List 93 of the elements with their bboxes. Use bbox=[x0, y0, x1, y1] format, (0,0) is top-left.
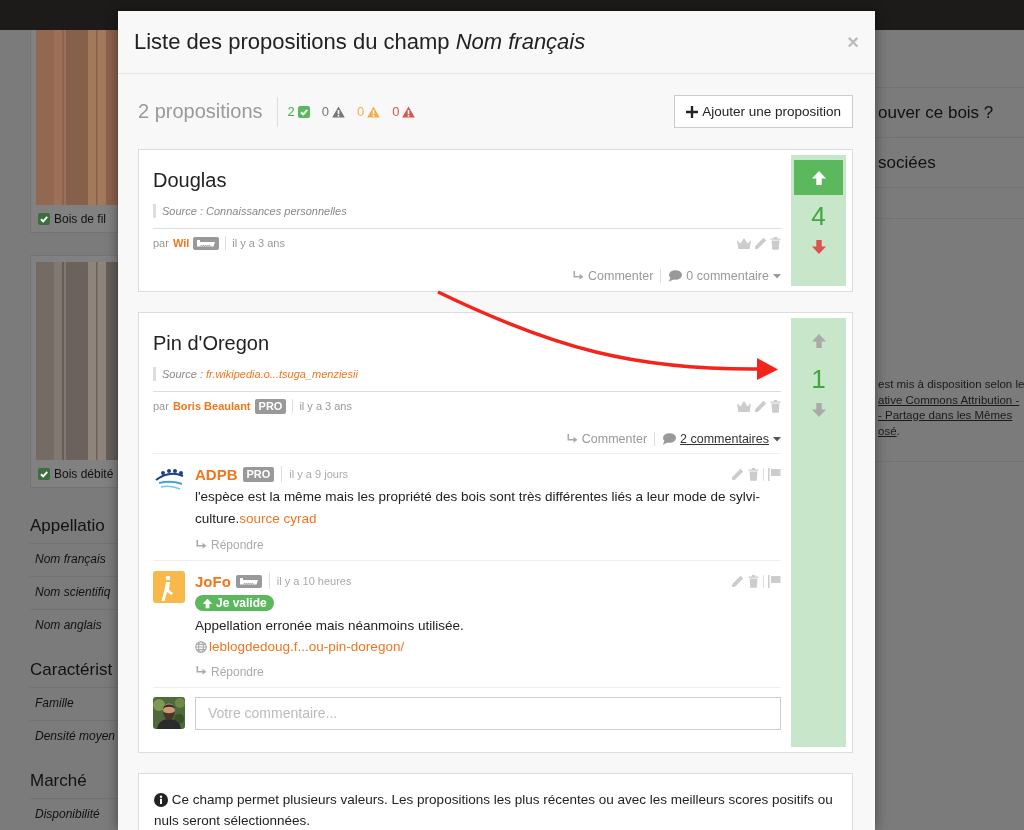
modal-title: Liste des propositions du champ Nom français bbox=[134, 29, 587, 55]
photo-caption: Bois de fil bbox=[54, 211, 107, 226]
license-text: . bbox=[896, 424, 900, 437]
panel-item[interactable]: ouver ce bois ? bbox=[878, 103, 994, 122]
figure-avatar-icon bbox=[153, 571, 185, 603]
pro-badge: PRO bbox=[242, 466, 275, 482]
warning-icon bbox=[402, 105, 416, 118]
comment-author[interactable]: JoFo bbox=[195, 572, 231, 590]
flag-icon[interactable] bbox=[768, 467, 781, 481]
globe-icon bbox=[195, 640, 207, 653]
pencil-icon[interactable] bbox=[731, 467, 744, 481]
web-link[interactable]: leblogdedoug.f...ou-pin-doregon/ bbox=[209, 636, 405, 657]
pencil-icon[interactable] bbox=[731, 574, 744, 588]
crown-icon[interactable] bbox=[737, 237, 751, 249]
reply-icon bbox=[195, 539, 207, 551]
proposal-title: Douglas bbox=[153, 168, 228, 193]
arrow-up-icon bbox=[810, 332, 827, 349]
counter-value: 0 bbox=[321, 104, 329, 119]
trash-icon[interactable] bbox=[770, 236, 781, 250]
arrow-up-icon bbox=[810, 169, 827, 186]
comment-text: l'espèce est la même mais les propriété des bois sont très différentes liés a leur mode de sylvi-culture.source cyrad bbox=[195, 488, 762, 528]
comment-link[interactable]: Commenter bbox=[588, 269, 654, 283]
comment-input[interactable]: Votre commentaire... bbox=[195, 696, 781, 730]
proposal-title: Pin d'Oregon bbox=[153, 331, 271, 356]
comment-icon bbox=[662, 433, 677, 445]
trash-icon[interactable] bbox=[748, 574, 759, 588]
field-label: Famille bbox=[35, 696, 74, 710]
check-icon bbox=[297, 105, 310, 118]
counter-value: 0 bbox=[392, 104, 400, 119]
photo-caption: Bois débité bbox=[54, 466, 114, 481]
comments-toggle[interactable]: 0 commentaire bbox=[668, 269, 781, 283]
source-link[interactable]: fr.wikipedia.o...tsuga_menziesii bbox=[206, 368, 358, 380]
post-time: il y a 3 ans bbox=[232, 237, 285, 249]
field-label: Densité moyen bbox=[35, 729, 116, 743]
comments-toggle[interactable]: 2 commentaires bbox=[662, 432, 781, 446]
crown-icon[interactable] bbox=[737, 400, 751, 412]
warning-icon bbox=[332, 105, 345, 118]
panel-item[interactable]: sociées bbox=[878, 153, 936, 172]
caret-icon bbox=[773, 273, 781, 279]
endorsement-badge: Je valide bbox=[195, 595, 274, 611]
arrow-up-icon[interactable] bbox=[202, 597, 213, 609]
reply-icon bbox=[195, 666, 207, 677]
section-heading: Appellatio bbox=[30, 516, 106, 536]
author-link[interactable]: Wil bbox=[172, 237, 190, 249]
info-icon bbox=[154, 792, 168, 807]
byline-label: par bbox=[153, 237, 169, 249]
reply-link[interactable]: Répondre bbox=[211, 664, 264, 679]
byline-label: par bbox=[153, 400, 169, 412]
comment-link[interactable]: Commenter bbox=[581, 432, 648, 446]
comment-time: il y a 10 heures bbox=[276, 575, 352, 587]
source-link[interactable]: source cyrad bbox=[239, 511, 317, 526]
warning-icon bbox=[367, 105, 381, 118]
section-heading: Caractérist bbox=[30, 660, 114, 680]
field-label: Nom scientifiq bbox=[35, 585, 111, 599]
add-proposal-button[interactable]: Ajouter une proposition bbox=[674, 95, 853, 128]
comment-text: Appellation erronée mais néanmoins utilisée. bbox=[195, 616, 465, 635]
comment-author[interactable]: ADPB bbox=[195, 465, 238, 483]
info-text: Ce champ permet plusieurs valeurs. Les propositions les plus récentes ou avec les meilleurs scores positifs ou nuls seront sélectionnées. bbox=[138, 772, 853, 830]
flag-icon[interactable] bbox=[768, 574, 781, 588]
vote-score: 1 bbox=[811, 364, 826, 394]
comment-icon bbox=[668, 270, 683, 282]
saw-badge-icon bbox=[193, 236, 220, 250]
saw-badge-icon bbox=[235, 574, 262, 588]
close-button[interactable]: × bbox=[847, 30, 859, 54]
author-link[interactable]: Boris Beaulant bbox=[172, 400, 251, 412]
proposal-count: 2 propositions bbox=[138, 100, 263, 123]
counter-value: 2 bbox=[287, 104, 295, 119]
license-link[interactable]: - Partage dans les Mêmes bbox=[878, 409, 1013, 421]
field-label: Nom français bbox=[35, 552, 106, 566]
section-heading: Marché bbox=[30, 771, 88, 791]
comment-time: il y a 9 jours bbox=[289, 468, 349, 480]
source-text: Source : Connaissances personnelles bbox=[153, 204, 781, 218]
vote-score: 4 bbox=[811, 201, 826, 231]
plus-icon bbox=[686, 105, 699, 118]
trash-icon[interactable] bbox=[770, 399, 781, 413]
pro-badge: PRO bbox=[254, 398, 287, 414]
reply-icon bbox=[572, 270, 584, 282]
counter-value: 0 bbox=[357, 104, 365, 119]
upvote-button[interactable] bbox=[794, 160, 843, 195]
field-label: Nom anglais bbox=[35, 618, 102, 632]
pencil-icon[interactable] bbox=[754, 236, 767, 250]
field-label: Disponibilité bbox=[35, 807, 100, 821]
license-link[interactable]: ative Commons Attribution - bbox=[878, 393, 1020, 406]
reply-link[interactable]: Répondre bbox=[211, 538, 264, 552]
arrow-down-icon[interactable] bbox=[810, 402, 827, 418]
trash-icon[interactable] bbox=[748, 467, 759, 481]
license-text: est mis à disposition selon le bbox=[878, 378, 1024, 390]
arrow-down-icon[interactable] bbox=[810, 239, 827, 255]
pencil-icon[interactable] bbox=[754, 399, 767, 413]
reply-icon bbox=[565, 433, 578, 445]
post-time: il y a 3 ans bbox=[299, 400, 352, 412]
caret-icon bbox=[773, 436, 781, 442]
license-link[interactable]: osé bbox=[878, 424, 897, 437]
